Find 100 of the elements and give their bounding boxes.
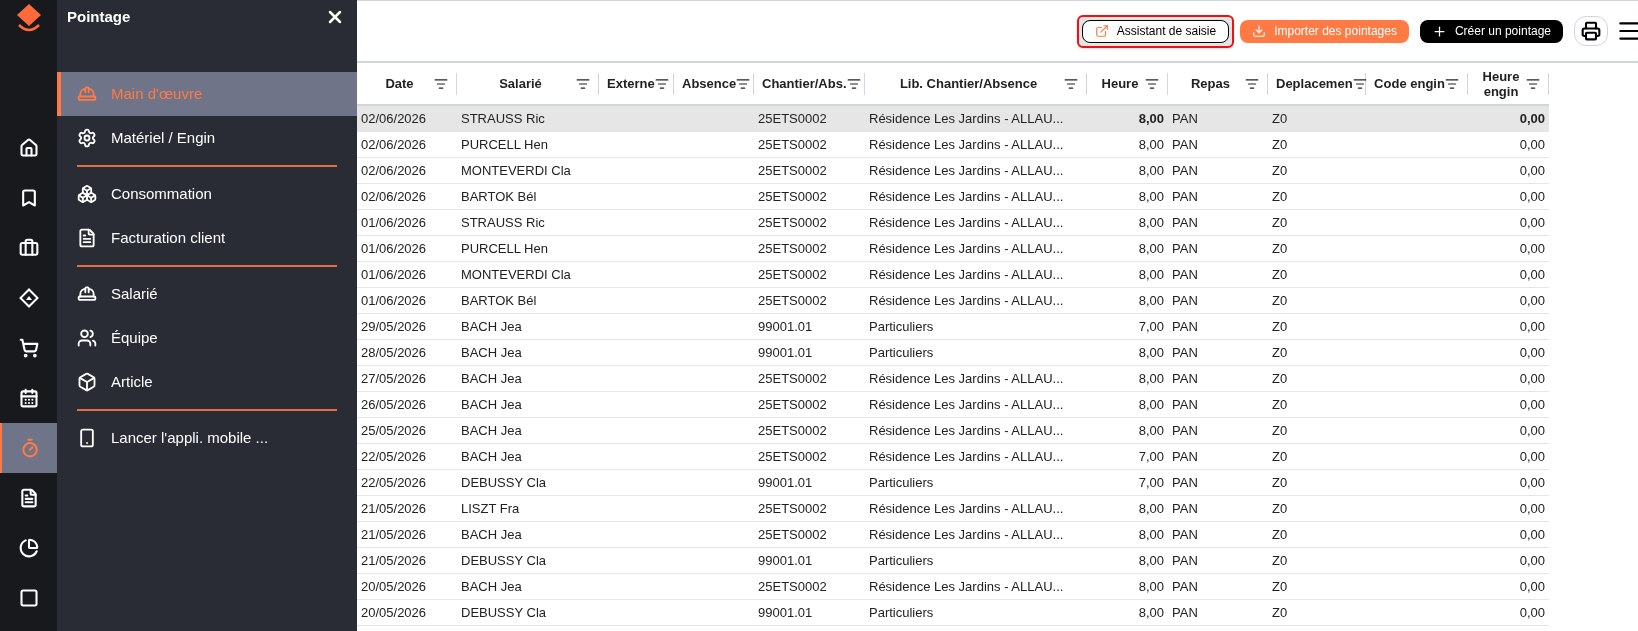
column-header[interactable]: Date [365, 76, 434, 91]
table-cell-text: PAN [1172, 239, 1198, 258]
table-cell-text: BACH Jea [461, 395, 522, 414]
hard-hat-icon [77, 84, 97, 104]
table-cell-text: 26/05/2026 [361, 395, 427, 414]
table-row[interactable]: 25/05/2026 BACH Jea 25ETS0002 Résidence Les Jardins - ALLAU... 8,00 PAN Z0 0,00 [357, 418, 1549, 444]
table-row[interactable]: 21/05/2026 LISZT Fra 25ETS0002 Résidence Les Jardins - ALLAU... 8,00 PAN Z0 0,00 [357, 496, 1549, 522]
table-row[interactable]: 20/05/2026 DEBUSSY Cla 99001.01 Particuliers 8,00 PAN Z0 0,00 [357, 600, 1549, 626]
table-cell-text: 25ETS0002 [758, 447, 827, 466]
table-cell-text: 01/06/2026 [361, 291, 427, 310]
table-cell-text: 25ETS0002 [758, 135, 827, 154]
filter-icon[interactable] [434, 76, 448, 91]
table-cell-text: PAN [1172, 603, 1198, 622]
home-icon [18, 138, 39, 158]
table-cell-text: 01/06/2026 [361, 265, 427, 284]
table-cell-text: PAN [1172, 161, 1198, 180]
menu-item[interactable]: Article [57, 360, 357, 404]
table-row[interactable]: 02/06/2026 STRAUSS Ric 25ETS0002 Résidence Les Jardins - ALLAU... 8,00 PAN Z0 0,00 [357, 106, 1549, 132]
filter-icon[interactable] [576, 76, 590, 91]
column-header[interactable]: Heure engin [1476, 68, 1526, 99]
table-row[interactable]: 01/06/2026 STRAUSS Ric 25ETS0002 Résidence Les Jardins - ALLAU... 8,00 PAN Z0 0,00 [357, 210, 1549, 236]
table-cell-text: 25ETS0002 [758, 421, 827, 440]
table-row[interactable]: 28/05/2026 BACH Jea 99001.01 Particuliers 8,00 PAN Z0 0,00 [357, 340, 1549, 366]
column-header[interactable]: Absence [682, 76, 737, 91]
table-row[interactable]: 20/05/2026 BACH Jea 25ETS0002 Résidence Les Jardins - ALLAU... 8,00 PAN Z0 0,00 [357, 574, 1549, 600]
table-row[interactable]: 01/06/2026 MONTEVERDI Cla 25ETS0002 Résidence Les Jardins - ALLAU... 8,00 PAN Z0 0,00 [357, 262, 1549, 288]
table-row[interactable]: 27/05/2026 BACH Jea 25ETS0002 Résidence Les Jardins - ALLAU... 8,00 PAN Z0 0,00 [357, 366, 1549, 392]
table-cell-text: PAN [1172, 213, 1198, 232]
table-row[interactable]: 02/06/2026 BARTOK Bél 25ETS0002 Résidence Les Jardins - ALLAU... 8,00 PAN Z0 0,00 [357, 184, 1549, 210]
filter-icon[interactable] [736, 76, 751, 91]
filter-icon[interactable] [654, 76, 669, 91]
table-cell-text: Z0 [1272, 161, 1288, 180]
table-cell-text: 8,00 [1138, 395, 1164, 414]
table-cell-text: 99001.01 [758, 603, 813, 622]
column-header[interactable]: Deplacemen [1276, 76, 1353, 91]
create-button[interactable]: Créer un pointage [1419, 19, 1563, 43]
table-cell-text: Résidence Les Jardins - ALLAU... [869, 447, 1064, 466]
table-cell-text: 0,00 [1519, 577, 1545, 596]
table-cell-text: Résidence Les Jardins - ALLAU... [869, 265, 1064, 284]
table-row[interactable]: 01/06/2026 PURCELL Hen 25ETS0002 Résidence Les Jardins - ALLAU... 8,00 PAN Z0 0,00 [357, 236, 1549, 262]
menu-item[interactable]: Facturation client [57, 216, 357, 260]
table-cell-text: 21/05/2026 [361, 551, 427, 570]
table-row[interactable]: 29/05/2026 BACH Jea 99001.01 Particuliers 7,00 PAN Z0 0,00 [357, 314, 1549, 340]
table-cell-text: 25ETS0002 [758, 291, 827, 310]
panel-title: Pointage [67, 6, 131, 27]
assistant-button[interactable]: Assistant de saisie [1081, 19, 1230, 43]
table-row[interactable]: 01/06/2026 BARTOK Bél 25ETS0002 Résidence Les Jardins - ALLAU... 8,00 PAN Z0 0,00 [357, 288, 1549, 314]
table-row[interactable]: 02/06/2026 MONTEVERDI Cla 25ETS0002 Résidence Les Jardins - ALLAU... 8,00 PAN Z0 0,00 [357, 158, 1549, 184]
table-cell-text: 25ETS0002 [758, 109, 827, 128]
table-cell-text: Z0 [1272, 473, 1288, 492]
table-cell-text: Résidence Les Jardins - ALLAU... [869, 239, 1064, 258]
column-header[interactable]: Heure [1095, 76, 1145, 91]
column-header[interactable]: Repas [1176, 76, 1245, 91]
column-header[interactable]: Salarié [465, 76, 576, 91]
filter-icon[interactable] [1445, 76, 1459, 91]
table-cell-text: 0,00 [1519, 499, 1545, 518]
table-cell-text: Z0 [1272, 135, 1288, 154]
menu-item[interactable]: Lancer l'appli. mobile ... [57, 416, 357, 460]
table-cell-text: 0,00 [1519, 135, 1545, 154]
table-cell-text: 8,00 [1138, 421, 1164, 440]
table-row[interactable]: 21/05/2026 BACH Jea 25ETS0002 Résidence Les Jardins - ALLAU... 8,00 PAN Z0 0,00 [357, 522, 1549, 548]
filter-icon[interactable] [1064, 76, 1078, 91]
filter-icon[interactable] [1352, 76, 1367, 91]
table-cell-text: BARTOK Bél [461, 187, 537, 206]
table-cell-text: Résidence Les Jardins - ALLAU... [869, 187, 1064, 206]
table-cell-text: 29/05/2026 [361, 317, 427, 336]
table-cell-text: 21/05/2026 [361, 499, 427, 518]
table-row[interactable]: 22/05/2026 DEBUSSY Cla 99001.01 Particuliers 7,00 PAN Z0 0,00 [357, 470, 1549, 496]
table-row[interactable]: 22/05/2026 BACH Jea 25ETS0002 Résidence Les Jardins - ALLAU... 7,00 PAN Z0 0,00 [357, 444, 1549, 470]
table-cell-text: Z0 [1272, 317, 1288, 336]
menu-item[interactable]: Matériel / Engin [57, 116, 357, 160]
table-row[interactable]: 21/05/2026 DEBUSSY Cla 99001.01 Particuliers 8,00 PAN Z0 0,00 [357, 548, 1549, 574]
menu-item[interactable]: Salarié [57, 272, 357, 316]
table-cell-text: Z0 [1272, 265, 1288, 284]
column-header[interactable]: Externe [607, 76, 655, 91]
filter-icon[interactable] [1526, 76, 1540, 91]
table-cell-text: 8,00 [1138, 213, 1164, 232]
table-cell-text: 0,00 [1519, 109, 1545, 128]
table-cell-text: PAN [1172, 525, 1198, 544]
filter-icon[interactable] [1145, 76, 1159, 91]
table-row[interactable]: 26/05/2026 BACH Jea 25ETS0002 Résidence Les Jardins - ALLAU... 8,00 PAN Z0 0,00 [357, 392, 1549, 418]
filter-icon[interactable] [1245, 76, 1259, 91]
print-button[interactable] [1574, 16, 1608, 46]
table-cell-text: 25ETS0002 [758, 369, 827, 388]
menu-item[interactable]: Consommation [57, 172, 357, 216]
filter-icon[interactable] [846, 76, 861, 91]
column-header[interactable]: Lib. Chantier/Absence [873, 76, 1064, 91]
table-cell-text: Résidence Les Jardins - ALLAU... [869, 291, 1064, 310]
column-header[interactable]: Code engin [1374, 76, 1445, 91]
road-sign-icon [18, 288, 39, 308]
table-row[interactable]: 02/06/2026 PURCELL Hen 25ETS0002 Résidence Les Jardins - ALLAU... 8,00 PAN Z0 0,00 [357, 132, 1549, 158]
column-header[interactable]: Chantier/Abs. [762, 76, 847, 91]
table-cell-text: 8,00 [1138, 135, 1164, 154]
menu-item[interactable]: Équipe [57, 316, 357, 360]
table-cell-text: Z0 [1272, 213, 1288, 232]
table-cell-text: 0,00 [1519, 213, 1545, 232]
table-cell-text: 0,00 [1519, 161, 1545, 180]
table-cell-text: Z0 [1272, 551, 1288, 570]
table-cell-text: 02/06/2026 [361, 109, 427, 128]
table-cell-text: BACH Jea [461, 369, 522, 388]
